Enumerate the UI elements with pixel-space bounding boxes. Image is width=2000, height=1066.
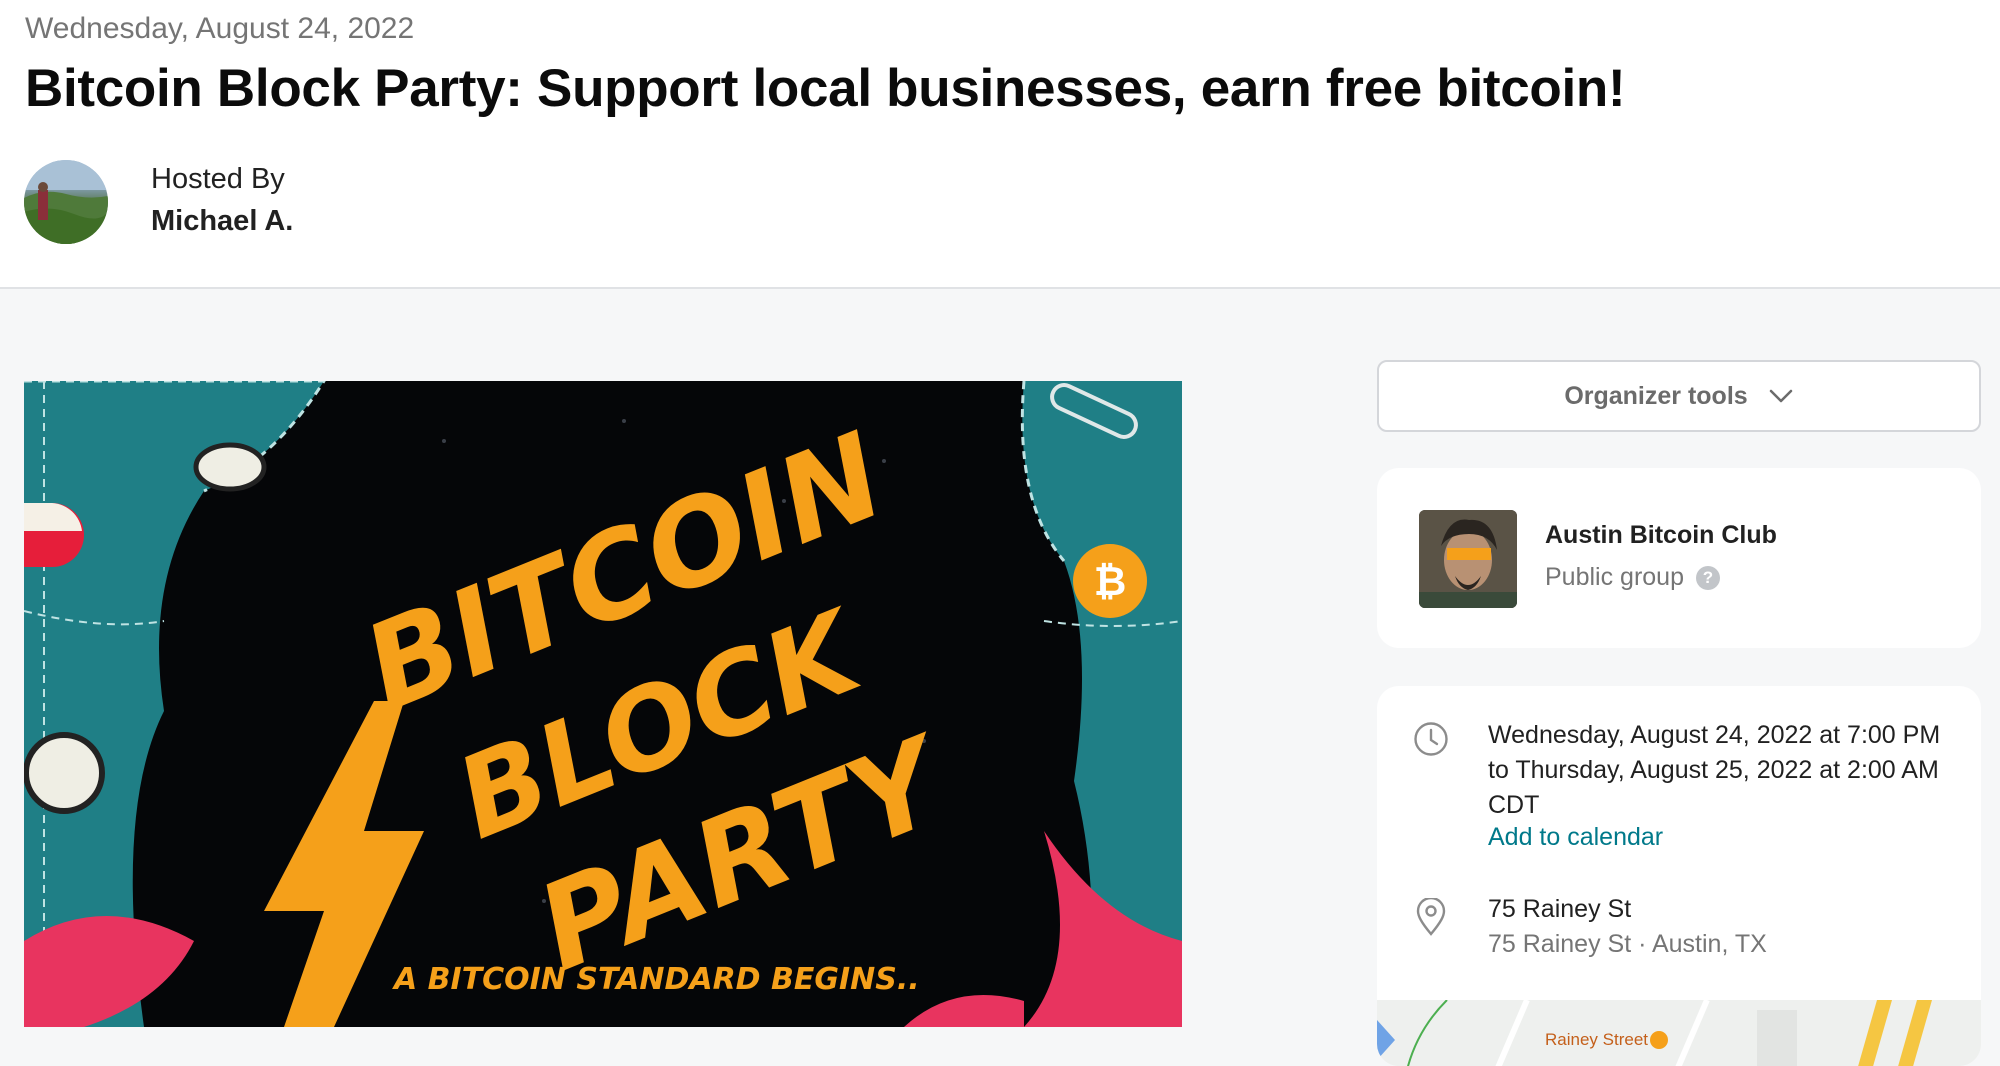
event-date: Wednesday, August 24, 2022 xyxy=(25,12,415,45)
event-datetime: Wednesday, August 24, 2022 at 7:00 PM to… xyxy=(1488,721,1941,819)
bitcoin-coin-icon: ₿ xyxy=(1094,559,1127,605)
venue-name[interactable]: 75 Rainey St xyxy=(1488,895,1631,924)
organizer-tools-button[interactable]: Organizer tools xyxy=(1377,360,1981,432)
host-name[interactable]: Michael A. xyxy=(151,205,293,238)
group-card[interactable]: Austin Bitcoin Club Public group ? xyxy=(1377,468,1981,648)
event-hero-image: ₿ BITCOIN BLOCK PARTY A BITCOIN STANDARD… xyxy=(24,381,1182,1027)
organizer-tools-label: Organizer tools xyxy=(1564,381,1748,410)
event-header: Wednesday, August 24, 2022 Bitcoin Block… xyxy=(0,0,2000,289)
group-type: Public group ? xyxy=(1545,563,1720,592)
add-to-calendar-link[interactable]: Add to calendar xyxy=(1488,823,1663,852)
group-type-label: Public group xyxy=(1545,563,1684,591)
group-avatar[interactable] xyxy=(1419,510,1517,608)
venue-address: 75 Rainey St · Austin, TX xyxy=(1488,930,1767,958)
host-avatar[interactable] xyxy=(24,160,108,244)
location-pin-icon xyxy=(1416,898,1446,936)
event-title: Bitcoin Block Party: Support local busin… xyxy=(25,59,1626,118)
event-details-card: Wednesday, August 24, 2022 at 7:00 PM to… xyxy=(1377,686,1981,1066)
hero-tagline: A BITCOIN STANDARD BEGINS.. xyxy=(392,962,920,997)
chevron-down-icon xyxy=(1769,389,1792,403)
help-icon[interactable]: ? xyxy=(1695,565,1720,590)
group-name[interactable]: Austin Bitcoin Club xyxy=(1545,521,1777,550)
map-street-label: Rainey Street xyxy=(1545,1030,1648,1049)
clock-icon xyxy=(1414,722,1448,756)
hosted-by-label: Hosted By xyxy=(151,163,285,195)
location-map[interactable]: Rainey Street xyxy=(1377,1000,1981,1066)
